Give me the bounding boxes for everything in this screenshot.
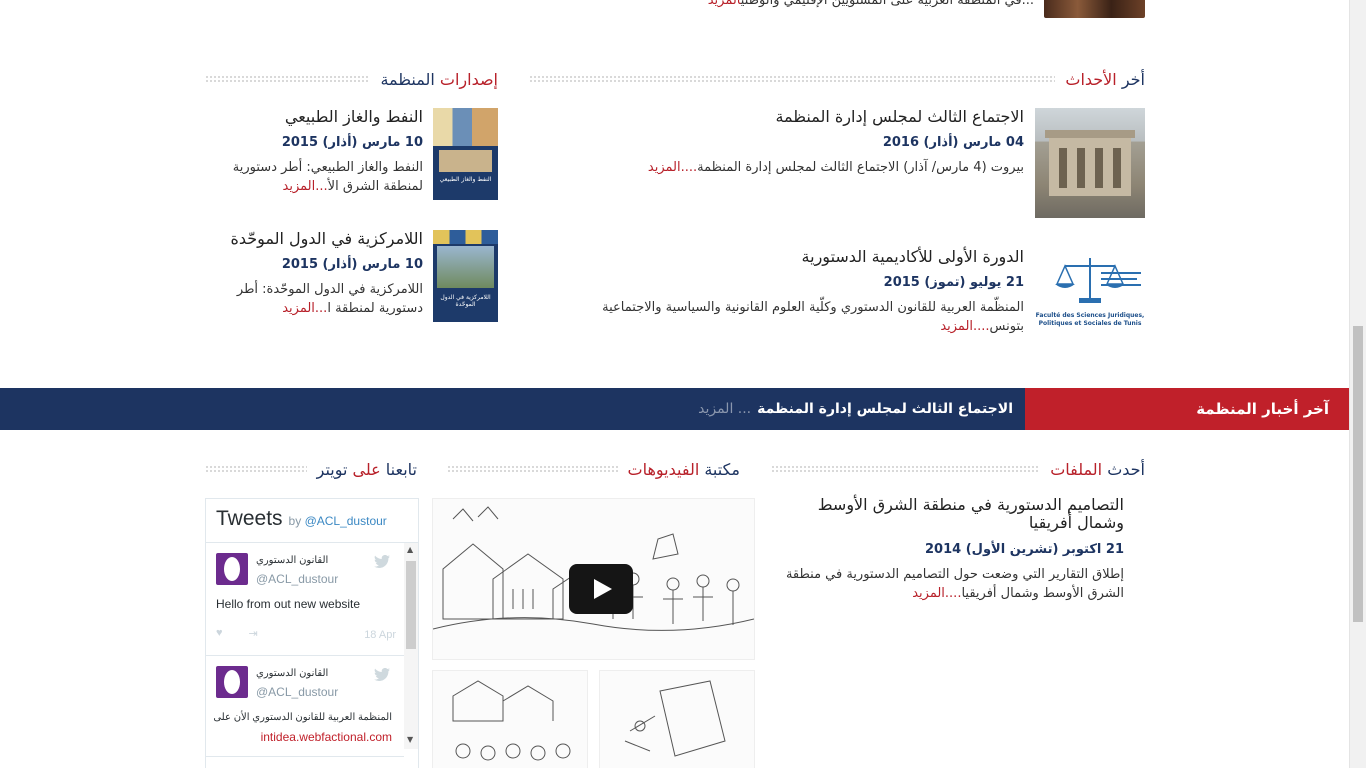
event-item-2: الدورة الأولى للأكاديمية الدستورية 21 يو… <box>544 247 1024 336</box>
publication-heading[interactable]: النفط والغاز الطبيعي <box>213 107 423 127</box>
page-scroll-thumb[interactable] <box>1353 326 1363 622</box>
twitter-widget-header: Tweets by @ACL_dustour <box>206 499 418 543</box>
read-more-link[interactable]: المزيد <box>940 319 973 334</box>
ticker-headline-link[interactable]: الاجتماع الثالث لمجلس إدارة المنظمة ... … <box>698 388 1013 430</box>
page: ...في المنطقة العربية على المستويين الإق… <box>0 0 1349 768</box>
tweet-author-name[interactable]: القانون الدستوري <box>256 668 328 679</box>
file-item: التصاميم الدستورية في منطقة الشرق الأوسط… <box>784 495 1124 602</box>
publication-date: 10 مارس (أذار) 2015 <box>281 257 423 272</box>
avatar[interactable] <box>216 666 248 698</box>
read-more-link[interactable]: المزيد <box>648 160 681 175</box>
ticker-more-link[interactable]: ... المزيد <box>698 401 751 417</box>
videos-section-title: مكتبة الفيديوهات <box>447 458 740 480</box>
event-heading[interactable]: الدورة الأولى للأكاديمية الدستورية <box>544 247 1024 267</box>
twitter-section-title: تابعنا على تويتر <box>205 458 417 480</box>
publication-item-2: اللامركزية في الدول الموحّدة 10 مارس (أذ… <box>213 229 423 318</box>
files-section-title: أحدث الملفات <box>771 458 1145 480</box>
event-logo-faculty[interactable]: Faculté des Sciences Juridiques, Politiq… <box>1035 250 1145 342</box>
read-more-link[interactable]: المزيد <box>283 179 316 194</box>
tweet-author-handle[interactable]: @ACL_dustour <box>256 572 338 586</box>
publications-section-title: إصدارات المنظمة <box>205 68 498 90</box>
read-more-link[interactable]: المزيد <box>282 301 315 316</box>
read-more-link[interactable]: المزيد <box>912 586 945 601</box>
logo-caption: Faculté des Sciences Juridiques, Politiq… <box>1035 312 1145 327</box>
tweet-text: Hello from out new website <box>216 597 361 611</box>
tweet-author-handle[interactable]: @ACL_dustour <box>256 685 338 699</box>
publication-date: 10 مارس (أذار) 2015 <box>281 135 423 150</box>
top-snippet: ...في المنطقة العربية على المستويين الإق… <box>574 0 1034 10</box>
scroll-up-arrow-icon[interactable]: ▲ <box>407 545 413 554</box>
tweet-author-name[interactable]: القانون الدستوري <box>256 555 328 566</box>
twitter-widget-scrollbar[interactable]: ▲ ▼ <box>404 543 418 749</box>
event-item-1: الاجتماع الثالث لمجلس إدارة المنظمة 04 م… <box>544 107 1024 177</box>
read-more-link[interactable]: المزيد <box>708 0 741 8</box>
event-heading[interactable]: الاجتماع الثالث لمجلس إدارة المنظمة <box>544 107 1024 127</box>
ticker-label: آخر أخبار المنظمة <box>1025 388 1349 430</box>
tweet-text: المنظمة العربية للقانون الدستوري الأن عل… <box>213 712 392 723</box>
event-photo-building[interactable] <box>1035 108 1145 218</box>
share-icon[interactable]: ⇥ <box>249 627 258 640</box>
file-date: 21 اكتوبر (تشرين الأول) 2014 <box>925 542 1124 557</box>
tweet[interactable]: القانون الدستوري @ACL_dustour المنظمة ال… <box>206 656 404 757</box>
twitter-widget: Tweets by @ACL_dustour القانون الدستوري … <box>205 498 419 768</box>
video-thumb-1[interactable] <box>432 670 588 768</box>
play-button[interactable] <box>569 564 633 614</box>
tweet-date[interactable]: 18 Apr <box>364 629 396 641</box>
scroll-down-arrow-icon[interactable]: ▼ <box>407 735 413 744</box>
event-date: 21 يوليو (تموز) 2015 <box>883 275 1024 290</box>
twitter-bird-icon <box>374 667 390 681</box>
events-section-title: أخر الأحداث <box>529 68 1145 90</box>
twitter-handle-link[interactable]: @ACL_dustour <box>305 514 387 528</box>
top-thumbnail[interactable] <box>1044 0 1145 18</box>
publication-heading[interactable]: اللامركزية في الدول الموحّدة <box>213 229 423 249</box>
video-thumb-2[interactable] <box>599 670 755 768</box>
twitter-bird-icon <box>374 554 390 568</box>
video-main[interactable] <box>432 498 755 660</box>
publication-cover-decentralization[interactable]: اللامركزية في الدول الموحّدة <box>433 230 498 322</box>
event-date: 04 مارس (أذار) 2016 <box>882 135 1024 150</box>
publication-item-1: النفط والغاز الطبيعي 10 مارس (أذار) 2015… <box>213 107 423 196</box>
publication-cover-oil-gas[interactable]: النفط والغاز الطبيعي <box>433 108 498 200</box>
tweet[interactable]: القانون الدستوري @ACL_dustour Hello from… <box>206 543 404 656</box>
ticker-headline[interactable]: الاجتماع الثالث لمجلس إدارة المنظمة <box>757 401 1013 417</box>
avatar[interactable] <box>216 553 248 585</box>
news-ticker: آخر أخبار المنظمة الاجتماع الثالث لمجلس … <box>0 388 1349 430</box>
page-scrollbar[interactable] <box>1349 0 1366 768</box>
scroll-thumb[interactable] <box>406 561 416 649</box>
file-heading[interactable]: التصاميم الدستورية في منطقة الشرق الأوسط… <box>784 496 1124 532</box>
tweet-link[interactable]: intidea.webfactional.com <box>261 730 392 744</box>
like-heart-icon[interactable]: ♥ <box>216 627 223 640</box>
